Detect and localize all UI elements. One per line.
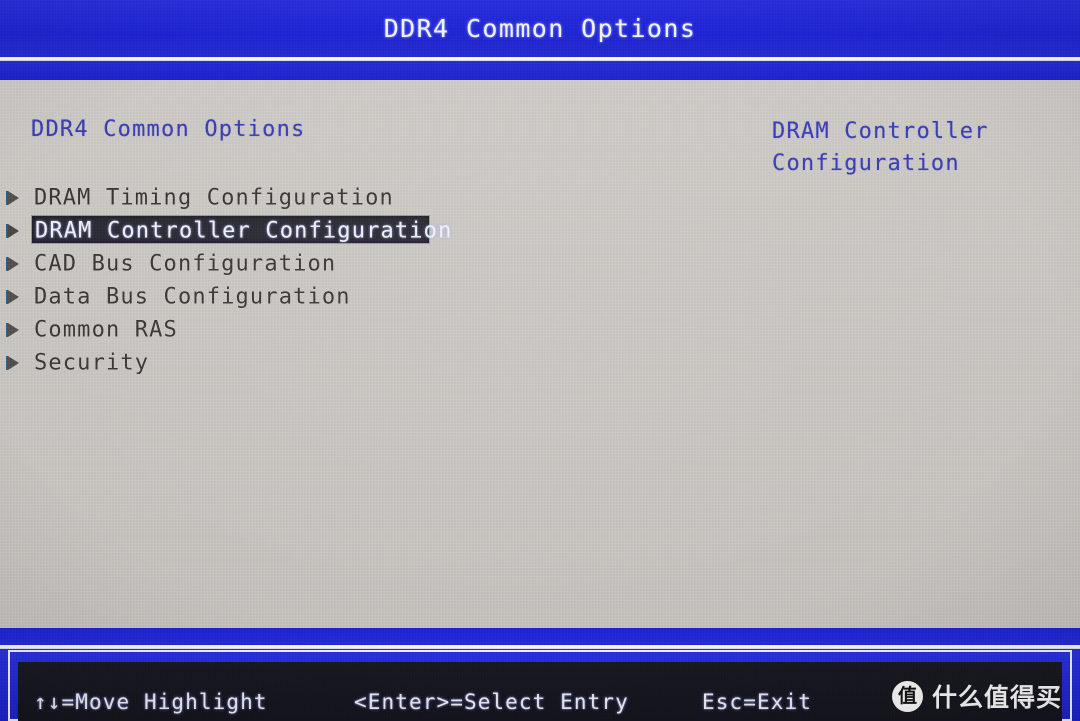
title-underbar [0,61,1080,80]
caret-right-icon [8,190,19,205]
title-bar: DDR4 Common Options [0,0,1080,57]
footer-divider [0,645,1080,649]
caret-right-icon [8,289,19,304]
hint-exit: Esc=Exit [702,690,812,714]
help-panel: DRAM Controller Configuration [772,116,1064,180]
menu-item-label: DRAM Controller Configuration [35,218,453,243]
help-text-line: DRAM Controller [772,119,989,144]
caret-right-icon [8,256,19,271]
menu-item-data-bus-configuration[interactable]: Data Bus Configuration [0,280,560,313]
menu-item-dram-controller-configuration[interactable]: DRAM Controller Configuration [0,214,560,247]
caret-right-icon [8,322,19,337]
menu-item-common-ras[interactable]: Common RAS [0,313,560,346]
title-divider [0,57,1080,61]
menu-item-security[interactable]: Security [0,346,560,379]
watermark-text: 什么值得买 [931,683,1062,712]
watermark: 值 什么值得买 [891,678,1062,714]
help-text-line: Configuration [772,151,960,176]
menu-item-dram-timing-configuration[interactable]: DRAM Timing Configuration [0,181,560,214]
menu-item-label: CAD Bus Configuration [34,251,337,276]
smzdm-logo-icon: 值 [891,680,923,712]
menu-item-label: Common RAS [34,317,178,342]
hint-select-entry: <Enter>=Select Entry [354,690,629,714]
caret-right-icon [8,223,19,238]
hint-move-highlight: ↑↓=Move Highlight [34,690,268,714]
menu-item-cad-bus-configuration[interactable]: CAD Bus Configuration [0,247,560,280]
page-title: DDR4 Common Options [383,14,697,43]
menu-item-label: Data Bus Configuration [34,284,351,309]
menu-list: DRAM Timing Configuration DRAM Controlle… [0,181,560,379]
menu-item-label: Security [34,350,150,375]
caret-right-icon [8,355,19,370]
bios-setup-screen: DDR4 Common Options DDR4 Common Options … [0,0,1080,721]
menu-item-label: DRAM Timing Configuration [34,185,394,210]
section-heading: DDR4 Common Options [31,117,306,142]
